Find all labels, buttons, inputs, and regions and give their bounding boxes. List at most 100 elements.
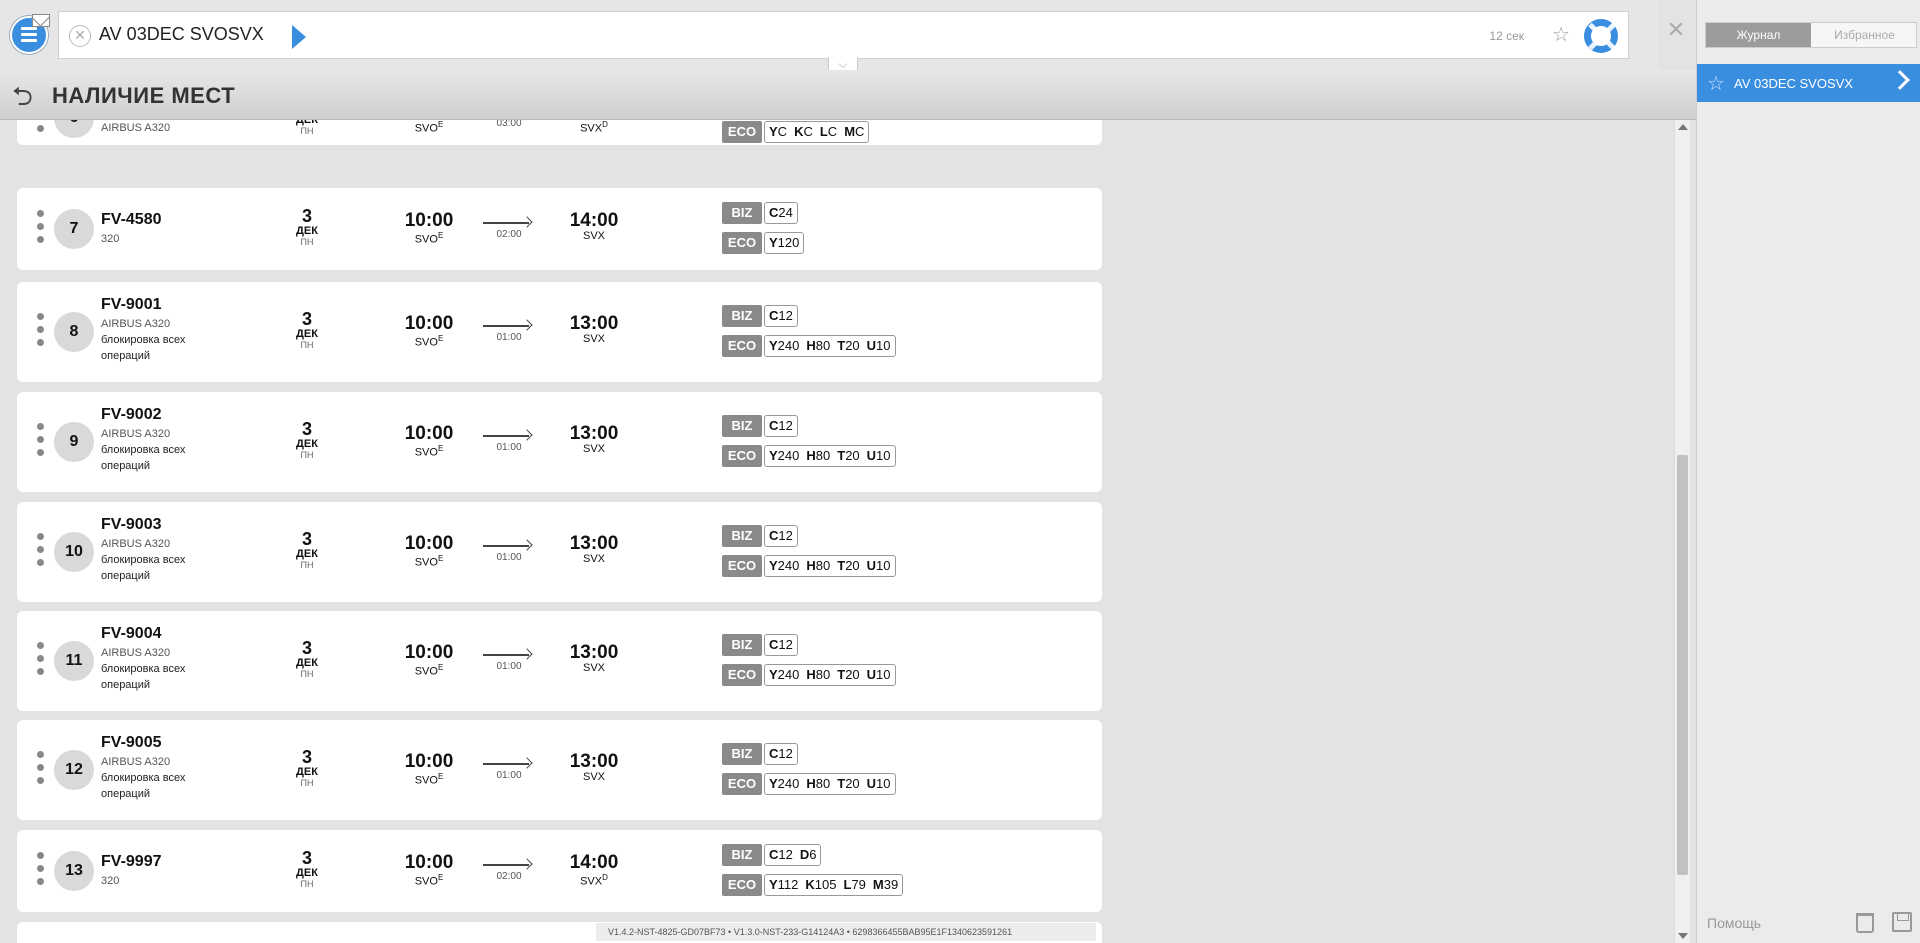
flight-card[interactable]: 12 FV-9005 AIRBUS A320 блокировка всех опер… <box>17 720 1102 820</box>
seat-availability[interactable]: C12 <box>764 634 798 656</box>
command-input[interactable]: ✕ AV 03DEC SVOSVX 12 сек ☆ <box>58 11 1629 59</box>
flight-card[interactable]: 10 FV-9003 AIRBUS A320 блокировка всех опер… <box>17 502 1102 602</box>
favorite-star-icon[interactable]: ☆ <box>1552 22 1570 47</box>
booking-class[interactable]: H80 <box>806 338 830 353</box>
list-scrollbar[interactable] <box>1674 120 1690 943</box>
booking-class[interactable]: Y240 <box>769 338 799 353</box>
run-command-button[interactable] <box>292 25 306 49</box>
support-lifebuoy-icon[interactable] <box>1584 19 1618 53</box>
booking-class[interactable]: MC <box>844 124 864 139</box>
trash-icon[interactable] <box>1856 913 1874 933</box>
booking-class[interactable]: Y240 <box>769 667 799 682</box>
booking-class[interactable]: C24 <box>769 205 793 220</box>
scroll-up-arrow[interactable] <box>1678 124 1688 130</box>
booking-class[interactable]: C12 <box>769 418 793 433</box>
scroll-down-arrow[interactable] <box>1678 933 1688 939</box>
save-icon[interactable] <box>1892 912 1912 932</box>
booking-class[interactable]: L79 <box>844 877 866 892</box>
arrival: 13:00 SVX <box>564 314 624 345</box>
cabin-eco-row: ECO Y112 K105 L79 M39 <box>722 874 904 896</box>
clear-icon[interactable]: ✕ <box>69 25 91 47</box>
booking-class[interactable]: U10 <box>867 558 891 573</box>
drag-handle-icon[interactable] <box>37 533 44 572</box>
mail-icon[interactable] <box>32 14 50 27</box>
booking-class[interactable]: T20 <box>837 776 859 791</box>
drag-handle-icon[interactable] <box>37 751 44 790</box>
booking-class[interactable]: Y112 <box>769 877 798 892</box>
drag-handle-icon[interactable] <box>37 423 44 462</box>
tab-journal[interactable]: Журнал <box>1706 23 1811 47</box>
flight-card[interactable]: 7 FV-4580 320 3 ДЕК ПН 10:00 SVOE 02:00 14:00 SVX B… <box>17 188 1102 270</box>
seat-availability[interactable]: Y120 <box>764 232 805 254</box>
booking-class[interactable]: D6 <box>800 847 817 862</box>
booking-class[interactable]: U10 <box>867 776 891 791</box>
star-icon[interactable]: ☆ <box>1707 71 1725 96</box>
booking-class[interactable]: H80 <box>806 776 830 791</box>
seat-availability[interactable]: Y240 H80 T20 U10 <box>764 773 896 795</box>
row-number: 13 <box>54 851 94 891</box>
booking-class[interactable]: C12 <box>769 637 793 652</box>
class-seats: 79 <box>851 877 866 892</box>
seat-availability[interactable]: Y112 K105 L79 M39 <box>764 874 904 896</box>
booking-class[interactable]: YC <box>769 124 787 139</box>
seat-availability[interactable]: YC KC LC MC <box>764 120 870 143</box>
booking-class[interactable]: H80 <box>806 558 830 573</box>
booking-class[interactable]: C12 <box>769 847 793 862</box>
history-item[interactable]: ☆ AV 03DEC SVOSVX <box>1697 64 1920 102</box>
seat-availability[interactable]: Y240 H80 T20 U10 <box>764 664 896 686</box>
departure-terminal: E <box>437 663 444 672</box>
booking-class[interactable]: H80 <box>806 448 830 463</box>
booking-class[interactable]: U10 <box>867 448 891 463</box>
date-weekday: ПН <box>300 669 314 679</box>
drag-handle-icon[interactable] <box>37 642 44 681</box>
class-seats: 20 <box>845 448 860 463</box>
back-icon[interactable]: ⮌ <box>12 78 33 122</box>
flight-details: AIRBUS A320 блокировка всех операций <box>101 645 221 693</box>
booking-class[interactable]: H80 <box>806 667 830 682</box>
booking-class[interactable]: LC <box>820 124 837 139</box>
seat-availability[interactable]: C12 <box>764 305 798 327</box>
scroll-thumb[interactable] <box>1677 455 1688 875</box>
booking-class[interactable]: T20 <box>837 338 859 353</box>
flight-card[interactable]: 8 FV-9001 AIRBUS A320 блокировка всех опера… <box>17 282 1102 382</box>
flight-card[interactable]: 6FV-3236AIRBUS A3203ДЕКПН10:00SVOE03:001… <box>17 120 1102 145</box>
command-text[interactable]: AV 03DEC SVOSVX <box>99 24 264 45</box>
booking-class[interactable]: C12 <box>769 528 793 543</box>
seat-availability[interactable]: C12 <box>764 415 798 437</box>
booking-class[interactable]: U10 <box>867 667 891 682</box>
booking-class[interactable]: Y240 <box>769 448 799 463</box>
chevron-right-icon[interactable] <box>1890 70 1910 90</box>
booking-class[interactable]: T20 <box>837 448 859 463</box>
seat-availability[interactable]: Y240 H80 T20 U10 <box>764 555 896 577</box>
close-icon[interactable]: ✕ <box>1658 10 1694 60</box>
seat-availability[interactable]: C12 <box>764 525 798 547</box>
drag-handle-icon[interactable] <box>37 852 44 891</box>
seat-availability[interactable]: C12 <box>764 743 798 765</box>
booking-class[interactable]: T20 <box>837 667 859 682</box>
seat-availability[interactable]: C24 <box>764 202 798 224</box>
tab-favorites[interactable]: Избранное <box>1812 23 1917 47</box>
booking-class[interactable]: M39 <box>873 877 898 892</box>
booking-class[interactable]: C12 <box>769 746 793 761</box>
arrow-right-icon <box>483 647 535 661</box>
help-link[interactable]: Помощь <box>1707 915 1761 931</box>
seat-availability[interactable]: C12 D6 <box>764 844 822 866</box>
flight-card[interactable]: 9 FV-9002 AIRBUS A320 блокировка всех опера… <box>17 392 1102 492</box>
booking-class[interactable]: U10 <box>867 338 891 353</box>
class-seats: 10 <box>876 558 891 573</box>
seat-availability[interactable]: Y240 H80 T20 U10 <box>764 445 896 467</box>
flight-duration: 01:00 <box>483 428 535 453</box>
booking-class[interactable]: KC <box>794 124 813 139</box>
booking-class[interactable]: T20 <box>837 558 859 573</box>
drag-handle-icon[interactable] <box>37 313 44 352</box>
booking-class[interactable]: K105 <box>805 877 836 892</box>
seat-availability[interactable]: Y240 H80 T20 U10 <box>764 335 896 357</box>
booking-class[interactable]: C12 <box>769 308 793 323</box>
booking-class[interactable]: Y120 <box>769 235 799 250</box>
flight-card[interactable]: 11 FV-9004 AIRBUS A320 блокировка всех опер… <box>17 611 1102 711</box>
drag-handle-icon[interactable] <box>37 210 44 249</box>
booking-class[interactable]: Y240 <box>769 776 799 791</box>
drag-handle-icon[interactable] <box>37 120 44 138</box>
booking-class[interactable]: Y240 <box>769 558 799 573</box>
flight-card[interactable]: 13 FV-9997 320 3 ДЕК ПН 10:00 SVOE 02:00 14:00 SVX… <box>17 830 1102 912</box>
